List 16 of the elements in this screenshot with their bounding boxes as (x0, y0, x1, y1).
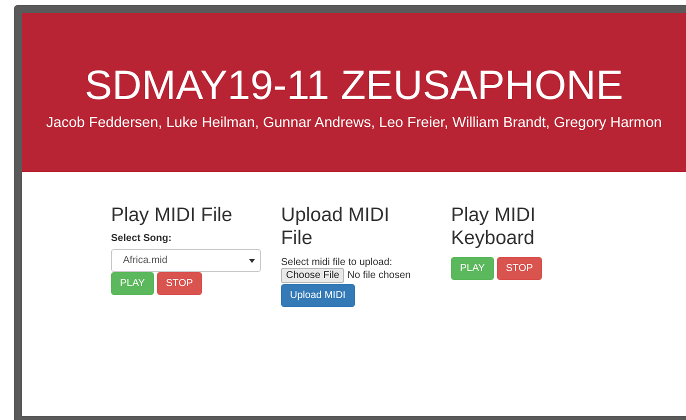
play-button[interactable]: PLAY (111, 272, 154, 296)
site-title: SDMAY19-11 ZEUSAPHONE (84, 62, 624, 109)
section-heading: Play MIDI Keyboard (451, 204, 537, 251)
caret-icon (249, 258, 255, 263)
upload-label: Select midi file to upload: (281, 256, 392, 268)
stop-button[interactable]: STOP (156, 272, 202, 296)
song-select[interactable]: Africa.mid (111, 249, 261, 272)
team-names: Jacob Feddersen, Luke Heilman, Gunnar Andrews, Leo Freier, William Brandt, Gregory Harmon (46, 115, 662, 131)
choose-file-button[interactable]: Choose File (281, 268, 344, 283)
section-heading: Play MIDI File (111, 204, 232, 228)
section-heading: Upload MIDI File (281, 204, 390, 251)
field-label: Select Song: (111, 233, 172, 244)
play-button[interactable]: PLAY (451, 256, 494, 280)
file-status: No file chosen (347, 270, 411, 281)
upload-button[interactable]: Upload MIDI (281, 284, 355, 307)
stop-button[interactable]: STOP (496, 256, 542, 280)
